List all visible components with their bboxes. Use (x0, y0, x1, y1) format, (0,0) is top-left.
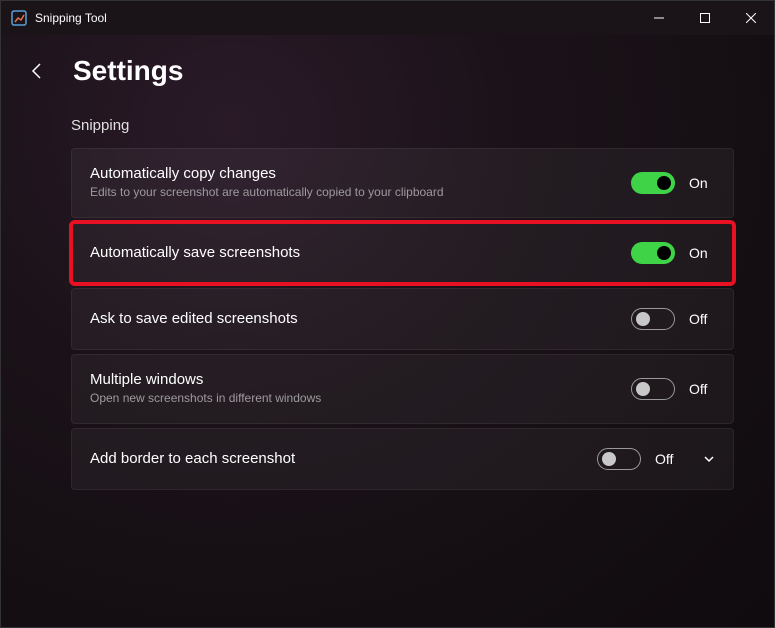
setting-title: Ask to save edited screenshots (90, 310, 631, 327)
setting-control: Off (631, 308, 715, 330)
close-button[interactable] (728, 1, 774, 35)
setting-control: Off (631, 378, 715, 400)
toggle-knob (602, 452, 616, 466)
toggle-switch[interactable] (631, 308, 675, 330)
minimize-button[interactable] (636, 1, 682, 35)
toggle-knob (636, 312, 650, 326)
section-title: Snipping (71, 117, 734, 134)
setting-title: Multiple windows (90, 371, 631, 388)
toggle-knob (657, 246, 671, 260)
back-button[interactable] (21, 55, 53, 87)
header: Settings (21, 55, 734, 87)
toggle-knob (657, 176, 671, 190)
toggle-switch[interactable] (631, 378, 675, 400)
setting-item[interactable]: Automatically copy changes Edits to your … (71, 148, 734, 218)
titlebar-left: Snipping Tool (11, 10, 107, 26)
toggle-state-label: On (689, 245, 715, 261)
toggle-state-label: On (689, 175, 715, 191)
toggle-switch[interactable] (597, 448, 641, 470)
setting-text: Automatically copy changes Edits to your … (90, 165, 631, 201)
toggle-knob (636, 382, 650, 396)
setting-text: Multiple windows Open new screenshots in … (90, 371, 631, 407)
app-icon (11, 10, 27, 26)
setting-control: On (631, 242, 715, 264)
setting-title: Add border to each screenshot (90, 450, 597, 467)
titlebar: Snipping Tool (1, 1, 774, 35)
setting-item[interactable]: Multiple windows Open new screenshots in … (71, 354, 734, 424)
toggle-switch[interactable] (631, 242, 675, 264)
setting-item[interactable]: Ask to save edited screenshots Off (71, 288, 734, 350)
snipping-section: Snipping Automatically copy changes Edits… (21, 117, 734, 490)
toggle-state-label: Off (689, 311, 715, 327)
toggle-state-label: Off (655, 451, 681, 467)
setting-item[interactable]: Automatically save screenshots On (71, 222, 734, 284)
setting-description: Edits to your screenshot are automatical… (90, 184, 631, 201)
page-title: Settings (73, 55, 183, 87)
setting-control: On (631, 172, 715, 194)
setting-description: Open new screenshots in different window… (90, 390, 631, 407)
settings-list: Automatically copy changes Edits to your … (71, 148, 734, 490)
window-title: Snipping Tool (35, 11, 107, 25)
setting-item[interactable]: Add border to each screenshot Off (71, 428, 734, 490)
setting-text: Automatically save screenshots (90, 244, 631, 261)
toggle-switch[interactable] (631, 172, 675, 194)
setting-title: Automatically save screenshots (90, 244, 631, 261)
window-controls (636, 1, 774, 35)
chevron-down-icon[interactable] (703, 453, 715, 465)
setting-title: Automatically copy changes (90, 165, 631, 182)
content: Settings Snipping Automatically copy cha… (1, 35, 774, 490)
toggle-state-label: Off (689, 381, 715, 397)
setting-text: Ask to save edited screenshots (90, 310, 631, 327)
maximize-button[interactable] (682, 1, 728, 35)
setting-text: Add border to each screenshot (90, 450, 597, 467)
setting-control: Off (597, 448, 715, 470)
